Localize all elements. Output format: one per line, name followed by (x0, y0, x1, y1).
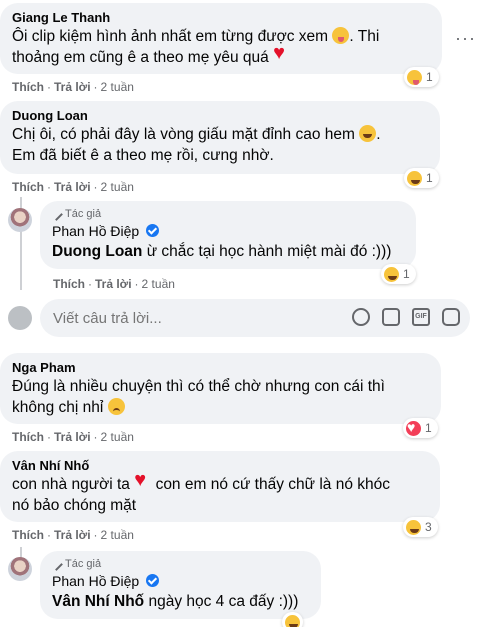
heart-emoji-icon (273, 43, 290, 65)
emoji-icon[interactable] (352, 308, 370, 326)
heart-emoji-icon (134, 470, 151, 492)
comment-actions: Thích · Trả lời · 2 tuần (12, 180, 134, 194)
timestamp[interactable]: 2 tuần (101, 528, 134, 542)
reply-button[interactable]: Trả lời (95, 277, 132, 291)
comment-author[interactable]: Phan Hồ Điệp (52, 573, 139, 589)
comment-bubble: Nga Pham Đúng là nhiều chuyện thì có thể… (0, 353, 441, 424)
emoji-icon (407, 69, 422, 85)
like-button[interactable]: Thích (12, 528, 44, 542)
comment-bubble: Duong Loan Chị ôi, có phải đây là vòng g… (0, 101, 440, 174)
comment-actions: Thích · Trả lời · 2 tuần (53, 277, 175, 291)
mention-link[interactable]: Duong Loan (52, 243, 142, 260)
comment-text: Duong Loan ừ chắc tại học hành miệt mài … (52, 243, 392, 260)
haha-reaction-icon (384, 266, 399, 282)
like-button[interactable]: Thích (12, 430, 44, 444)
comment-author[interactable]: Giang Le Thanh (12, 10, 430, 26)
reply-button[interactable]: Trả lời (54, 80, 91, 94)
reply-input-box[interactable]: GIF (40, 299, 470, 337)
reaction-badge[interactable]: 1 (404, 168, 439, 188)
haha-reaction-icon (407, 170, 422, 186)
timestamp[interactable]: 2 tuần (101, 430, 134, 444)
comment-author[interactable]: Phan Hồ Điệp (52, 223, 139, 239)
comment-author[interactable]: Nga Pham (12, 360, 429, 376)
verified-icon (146, 574, 160, 587)
comment-text: Vân Nhí Nhố ngày học 4 ca đấy :))) (52, 593, 299, 610)
timestamp[interactable]: 2 tuần (101, 180, 134, 194)
like-button[interactable]: Thích (53, 277, 85, 291)
reaction-badge[interactable]: 3 (403, 517, 438, 537)
mention-link[interactable]: Vân Nhí Nhố (52, 593, 144, 610)
reply-bubble: Tác giả Phan Hồ Điệp Duong Loan ừ chắc t… (40, 201, 416, 269)
reaction-badge[interactable] (282, 612, 303, 627)
comment-text: Đúng là nhiều chuyện thì có thể chờ nhưn… (12, 378, 385, 416)
comment-actions: Thích · Trả lời · 2 tuần (12, 528, 134, 542)
gif-icon[interactable]: GIF (412, 308, 430, 326)
haha-reaction-icon (285, 614, 300, 627)
avatar[interactable] (8, 208, 32, 232)
timestamp[interactable]: 2 tuần (101, 80, 134, 94)
pencil-icon (50, 207, 63, 221)
more-options-icon[interactable]: ··· (455, 28, 476, 49)
reaction-badge[interactable]: 1 (403, 418, 438, 438)
comment-author[interactable]: Vân Nhí Nhố (12, 458, 428, 474)
timestamp[interactable]: 2 tuần (142, 277, 175, 291)
author-tag: Tác giả (50, 207, 404, 221)
verified-icon (146, 224, 160, 237)
reply-bubble: Tác giả Phan Hồ Điệp Vân Nhí Nhố ngày họ… (40, 551, 321, 619)
like-button[interactable]: Thích (12, 180, 44, 194)
reaction-badge[interactable]: 1 (381, 264, 416, 284)
emoji-icon (332, 27, 350, 44)
comment-author[interactable]: Duong Loan (12, 108, 428, 124)
comment-actions: Thích · Trả lời · 2 tuần (12, 430, 134, 444)
reply-button[interactable]: Trả lời (54, 430, 91, 444)
comment-bubble: Giang Le Thanh Ôi clip kiệm hình ảnh nhấ… (0, 3, 442, 74)
crying-emoji-icon (107, 398, 125, 415)
comment-text: con nhà người ta con em nó cứ thấy chữ l… (12, 470, 428, 516)
reply-button[interactable]: Trả lời (54, 528, 91, 542)
reaction-badge[interactable]: 1 (404, 67, 439, 87)
pencil-icon (50, 557, 63, 571)
avatar[interactable] (8, 557, 32, 581)
reply-button[interactable]: Trả lời (54, 180, 91, 194)
laughing-emoji-icon (359, 125, 377, 142)
haha-reaction-icon (406, 519, 421, 535)
camera-icon[interactable] (382, 308, 400, 326)
comment-bubble: Vân Nhí Nhố con nhà người ta con em nó c… (0, 451, 440, 522)
comment-text: Ôi clip kiệm hình ảnh nhất em từng được … (12, 26, 430, 68)
sticker-icon[interactable] (442, 308, 460, 326)
like-button[interactable]: Thích (12, 80, 44, 94)
current-user-avatar[interactable] (8, 306, 32, 330)
love-reaction-icon (406, 419, 421, 436)
author-tag: Tác giả (50, 557, 309, 571)
reply-input[interactable] (53, 309, 323, 327)
input-toolbar: GIF (352, 308, 460, 326)
comment-text: Chị ôi, có phải đây là vòng giấu mặt đỉn… (12, 125, 381, 164)
comment-actions: Thích · Trả lời · 2 tuần (12, 80, 134, 94)
